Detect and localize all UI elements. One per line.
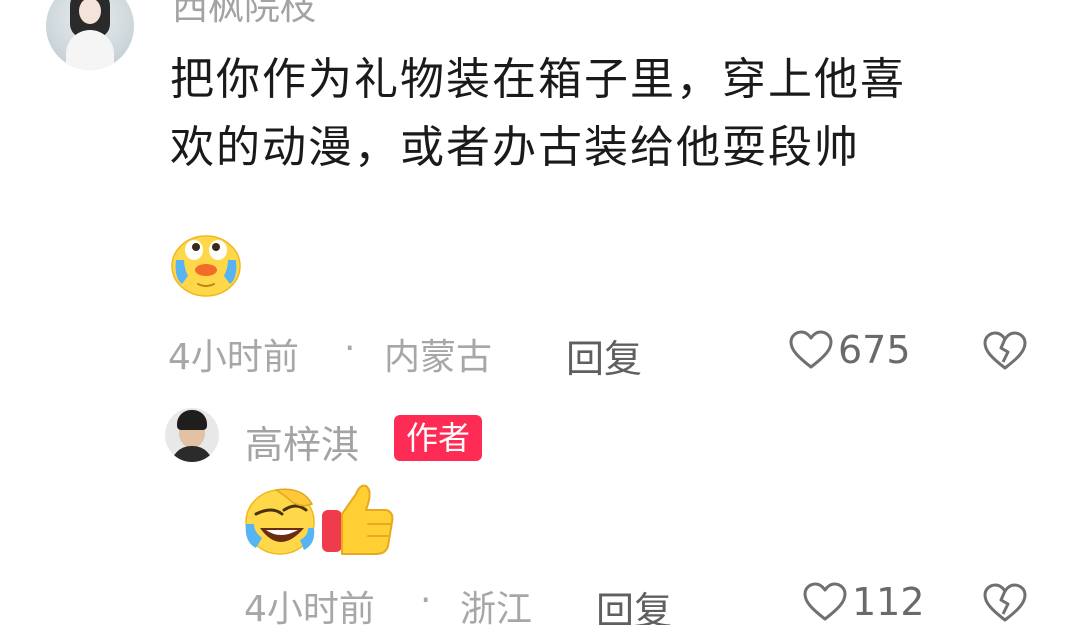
comment-text-line: 把你作为礼物装在箱子里，穿上他喜 [170,54,906,105]
meta-separator: · [344,328,356,369]
thumbs-up-icon [322,484,394,555]
comment-meta: 4小时前 · 内蒙古 [168,328,548,378]
comment-text: 把你作为礼物装在箱子里，穿上他喜 欢的动漫，或者办古装给他耍段帅 [170,46,1050,182]
reply-username[interactable]: 高梓淇 [245,414,359,469]
reply-location: 浙江 [460,589,533,625]
author-badge: 作者 [394,415,483,461]
heart-icon [803,582,847,621]
broken-heart-icon[interactable] [982,330,1028,372]
comment-thread: 西枫院枝 把你作为礼物装在箱子里，穿上他喜 欢的动漫，或者办古装给他耍段帅 4小… [0,0,1080,625]
broken-heart-icon[interactable] [982,582,1028,624]
reply-meta: 4小时前 · 浙江 [244,580,584,625]
comment-time: 4小时前 [168,337,299,378]
comment-location: 内蒙古 [384,337,493,378]
reply-button[interactable]: 回复 [566,328,642,383]
heart-icon [789,330,833,369]
like-count: 112 [852,580,925,624]
reply-avatar[interactable] [165,408,219,462]
crying-face-icon [171,235,241,297]
like-button[interactable]: 112 [802,580,925,624]
like-button[interactable]: 675 [788,328,911,372]
like-count: 675 [838,328,911,372]
comment-text-line: 欢的动漫，或者办古装给他耍段帅 [170,122,860,173]
reply-button[interactable]: 回复 [596,580,672,625]
comment-username[interactable]: 西枫院枝 [172,0,316,30]
meta-separator: · [420,580,432,621]
avatar[interactable] [46,0,134,70]
reply-time: 4小时前 [244,589,375,625]
laughing-crying-face-icon [245,488,315,555]
